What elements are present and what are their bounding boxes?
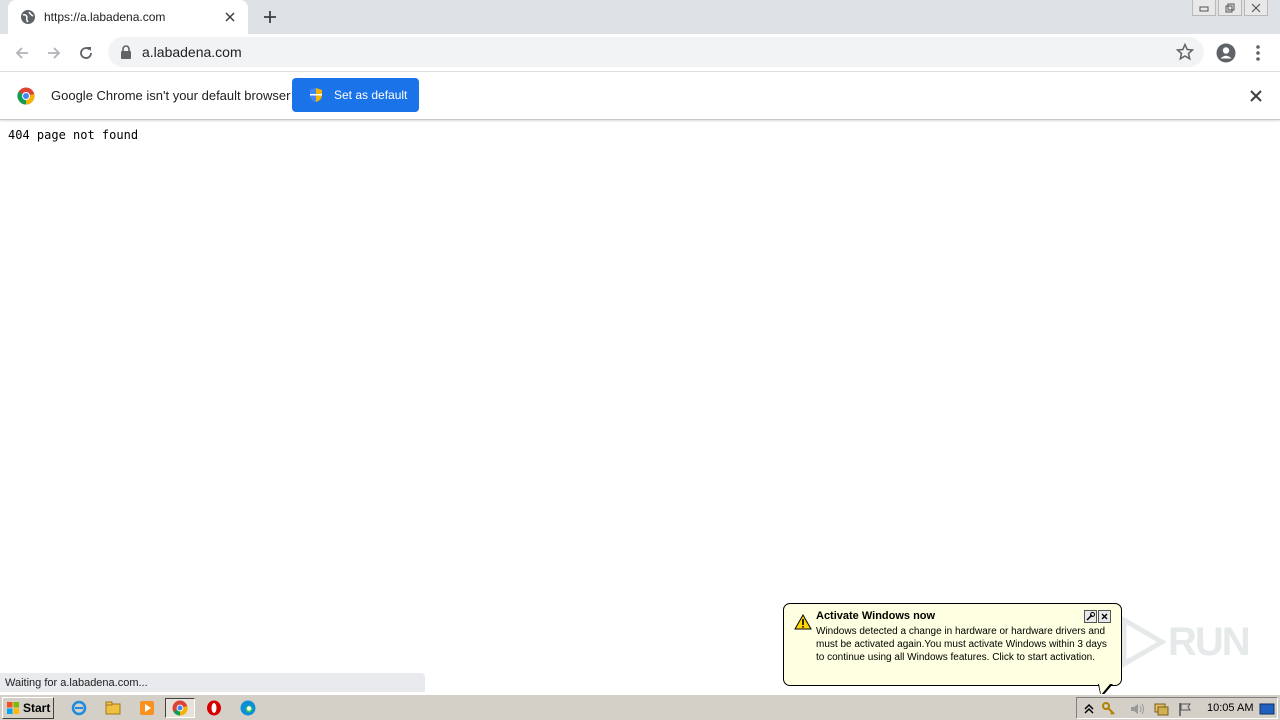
- chrome-logo-icon: [172, 700, 188, 716]
- menu-icon: [1256, 45, 1260, 61]
- ie-icon: [71, 700, 87, 716]
- system-tray: 10:05 AM: [1076, 697, 1278, 719]
- balloon-buttons: [1084, 610, 1111, 623]
- status-bubble: Waiting for a.labadena.com...: [0, 673, 425, 692]
- back-icon: [15, 47, 28, 59]
- tab-title: https://a.labadena.com: [44, 10, 166, 24]
- taskbar-media-player[interactable]: [136, 698, 158, 718]
- default-browser-infobar: Google Chrome isn't your default browser…: [0, 72, 1280, 120]
- watermark-text: RUN: [1168, 620, 1251, 664]
- reload-button[interactable]: [72, 39, 100, 67]
- forward-icon: [48, 47, 61, 59]
- infobar-message: Google Chrome isn't your default browser: [51, 88, 291, 103]
- plus-icon: [264, 11, 276, 23]
- shield-icon: [310, 88, 322, 102]
- browser-toolbar: a.labadena.com: [0, 34, 1280, 72]
- new-tab-button[interactable]: [258, 6, 282, 28]
- taskbar-chrome[interactable]: [165, 698, 195, 718]
- taskbar-edge[interactable]: [237, 698, 259, 718]
- reload-icon: [80, 47, 92, 59]
- url-text: a.labadena.com: [142, 44, 242, 60]
- opera-icon: [207, 700, 221, 716]
- show-desktop-icon[interactable]: [1259, 701, 1275, 717]
- lock-icon: [121, 45, 131, 59]
- balloon-options-button[interactable]: [1084, 610, 1097, 623]
- taskbar: Start 10:05 AM: [0, 694, 1280, 720]
- clock: 10:05 AM: [1207, 702, 1254, 714]
- account-button[interactable]: [1212, 39, 1240, 67]
- window-controls: [1192, 0, 1268, 16]
- address-bar[interactable]: a.labadena.com: [108, 37, 1204, 67]
- key-icon[interactable]: [1101, 701, 1117, 717]
- media-player-icon: [140, 701, 154, 715]
- star-icon[interactable]: [1176, 43, 1194, 61]
- windows-flag-icon: [7, 702, 19, 714]
- activation-balloon[interactable]: Activate Windows now Windows detected a …: [783, 603, 1122, 686]
- volume-icon[interactable]: [1129, 701, 1145, 717]
- chevron-up-icon[interactable]: [1081, 701, 1097, 717]
- forward-button[interactable]: [40, 39, 68, 67]
- start-button[interactable]: Start: [2, 697, 54, 719]
- browser-tab[interactable]: https://a.labadena.com: [8, 0, 248, 34]
- close-icon[interactable]: [1248, 88, 1264, 104]
- menu-button[interactable]: [1244, 39, 1272, 67]
- restore-button[interactable]: [1218, 0, 1242, 16]
- close-icon[interactable]: [222, 9, 238, 25]
- balloon-title: Activate Windows now: [816, 610, 936, 622]
- warning-icon: [794, 614, 812, 630]
- action-center-flag-icon[interactable]: [1177, 701, 1193, 717]
- page-body-text: 404 page not found: [8, 128, 139, 142]
- set-as-default-button[interactable]: Set as default: [292, 78, 419, 112]
- taskbar-opera[interactable]: [203, 698, 225, 718]
- set-as-default-label: Set as default: [334, 88, 408, 102]
- network-icon[interactable]: [1153, 701, 1169, 717]
- taskbar-explorer[interactable]: [102, 698, 124, 718]
- balloon-body: Windows detected a change in hardware or…: [816, 626, 1107, 663]
- chrome-logo-icon: [17, 87, 35, 105]
- close-icon: [1101, 613, 1108, 620]
- balloon-close-button[interactable]: [1098, 610, 1111, 623]
- edge-icon: [240, 700, 256, 716]
- close-window-button[interactable]: [1244, 0, 1268, 16]
- globe-icon: [21, 10, 35, 24]
- tab-strip: https://a.labadena.com: [0, 0, 1280, 34]
- taskbar-ie[interactable]: [68, 698, 90, 718]
- explorer-icon: [105, 701, 121, 715]
- start-label: Start: [23, 701, 51, 715]
- minimize-button[interactable]: [1192, 0, 1216, 16]
- wrench-icon: [1086, 612, 1095, 621]
- account-icon: [1216, 43, 1236, 63]
- back-button[interactable]: [8, 39, 36, 67]
